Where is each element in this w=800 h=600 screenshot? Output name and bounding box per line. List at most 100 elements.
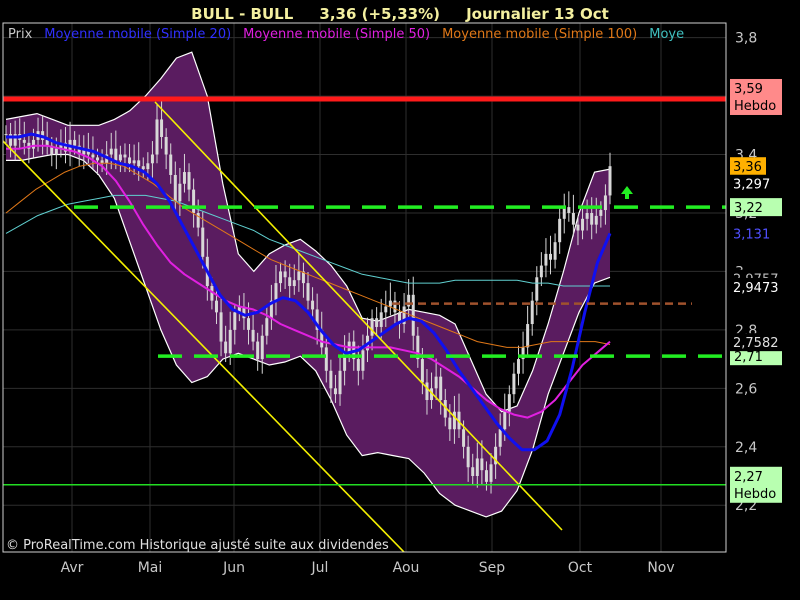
- candle-body: [448, 417, 452, 430]
- legend-item[interactable]: Moyenne mobile (Simple 100): [442, 27, 637, 42]
- candle-body: [182, 172, 186, 184]
- candle-body: [306, 283, 310, 301]
- candle-body: [526, 324, 530, 348]
- candle-body: [384, 306, 388, 313]
- legend-item[interactable]: Moyenne mobile (Simple 20): [44, 27, 231, 42]
- candle-body: [480, 458, 484, 471]
- candle-body: [22, 139, 26, 143]
- candle-body: [599, 210, 603, 216]
- candle-body: [379, 312, 383, 327]
- candle-body: [73, 139, 77, 146]
- candle-body: [475, 458, 479, 477]
- candle-body: [228, 329, 232, 354]
- tag-label-dashed-lower: 2,71: [734, 350, 763, 365]
- candle-body: [54, 148, 58, 155]
- candle-body: [512, 373, 516, 395]
- candle-body: [279, 271, 283, 284]
- candle-body: [361, 350, 365, 371]
- candle-body: [452, 411, 456, 430]
- candle-body: [370, 318, 374, 336]
- pricetag-label-ma20-value: 3,131: [733, 227, 770, 242]
- candle-body: [260, 335, 264, 360]
- x-tick-label: Sep: [479, 560, 506, 576]
- x-tick-label: Avr: [61, 560, 84, 576]
- candle-body: [329, 370, 333, 389]
- candle-body: [146, 163, 150, 170]
- candle-body: [590, 212, 594, 225]
- candle-body: [338, 370, 342, 395]
- candle-body: [462, 429, 466, 447]
- candle-body: [530, 300, 534, 325]
- candle-body: [164, 136, 168, 155]
- x-tick-label: Jun: [222, 560, 245, 576]
- x-tick-label: Jul: [311, 560, 329, 576]
- candle-body: [192, 189, 196, 213]
- candle-body: [571, 212, 575, 225]
- legend-item[interactable]: Moyenne mobile (Simple 50): [243, 27, 430, 42]
- x-tick-label: Nov: [647, 560, 674, 576]
- footer-copyright: © ProRealTime.com Historique ajusté suit…: [6, 538, 389, 553]
- candle-body: [96, 157, 100, 161]
- candle-body: [356, 359, 360, 371]
- candle-body: [576, 224, 580, 231]
- candle-body: [498, 429, 502, 447]
- candle-body: [553, 242, 557, 260]
- candle-body: [274, 283, 278, 301]
- candle-body: [201, 227, 205, 257]
- price-chart[interactable]: Prix Moyenne mobile (Simple 20) Moyenne mo…: [0, 0, 800, 600]
- y-tick-label: 3,8: [735, 31, 757, 47]
- candle-body: [256, 341, 260, 360]
- candle-body: [219, 312, 223, 342]
- candle-body: [123, 154, 127, 158]
- candle-body: [247, 318, 251, 330]
- candle-body: [324, 347, 328, 371]
- tag-sub-support-hebdo: Hebdo: [734, 487, 776, 502]
- candle-body: [535, 277, 539, 301]
- tag-sub-resistance-hebdo: Hebdo: [734, 99, 776, 114]
- candle-body: [567, 207, 571, 213]
- candle-body: [292, 280, 296, 287]
- candle-body: [439, 376, 443, 401]
- candle-body: [603, 195, 607, 211]
- candle-body: [375, 318, 379, 327]
- candle-body: [288, 277, 292, 287]
- candle-body: [114, 148, 118, 161]
- candle-body: [562, 207, 566, 219]
- candle-body: [425, 382, 429, 401]
- x-tick-label: Aou: [393, 560, 420, 576]
- candle-body: [132, 160, 136, 164]
- candle-body: [420, 359, 424, 383]
- pricetag-label-last-price: 3,36: [733, 160, 762, 175]
- x-tick-label: Oct: [568, 560, 593, 576]
- candle-body: [507, 394, 511, 412]
- legend-item[interactable]: Moye: [649, 27, 684, 42]
- up-arrow-icon: [621, 186, 633, 199]
- candle-body: [137, 160, 141, 167]
- candle-body: [173, 174, 177, 202]
- candle-body: [544, 253, 548, 266]
- candle-body: [388, 300, 392, 307]
- candle-body: [297, 271, 301, 281]
- candle-body: [233, 312, 237, 330]
- candle-body: [484, 470, 488, 482]
- legend-item[interactable]: Prix: [8, 27, 33, 42]
- pricetag-label-ma100-value: 2,7582: [733, 336, 779, 351]
- candle-body: [585, 212, 589, 219]
- candle-body: [581, 218, 585, 231]
- tag-label-support-hebdo: 2,27: [734, 470, 763, 485]
- candle-body: [311, 300, 315, 310]
- candle-body: [471, 467, 475, 477]
- candle-body: [178, 183, 182, 202]
- candle-body: [169, 154, 173, 175]
- candle-body: [128, 157, 132, 164]
- candle-body: [187, 172, 191, 190]
- candle-body: [109, 148, 113, 155]
- plot-frame: [2, 22, 727, 553]
- candle-body: [4, 134, 8, 136]
- x-tick-label: Mai: [138, 560, 163, 576]
- candle-body: [251, 329, 255, 342]
- candle-body: [118, 154, 122, 161]
- candle-body: [283, 271, 287, 278]
- candle-body: [150, 154, 154, 164]
- candle-body: [608, 166, 612, 196]
